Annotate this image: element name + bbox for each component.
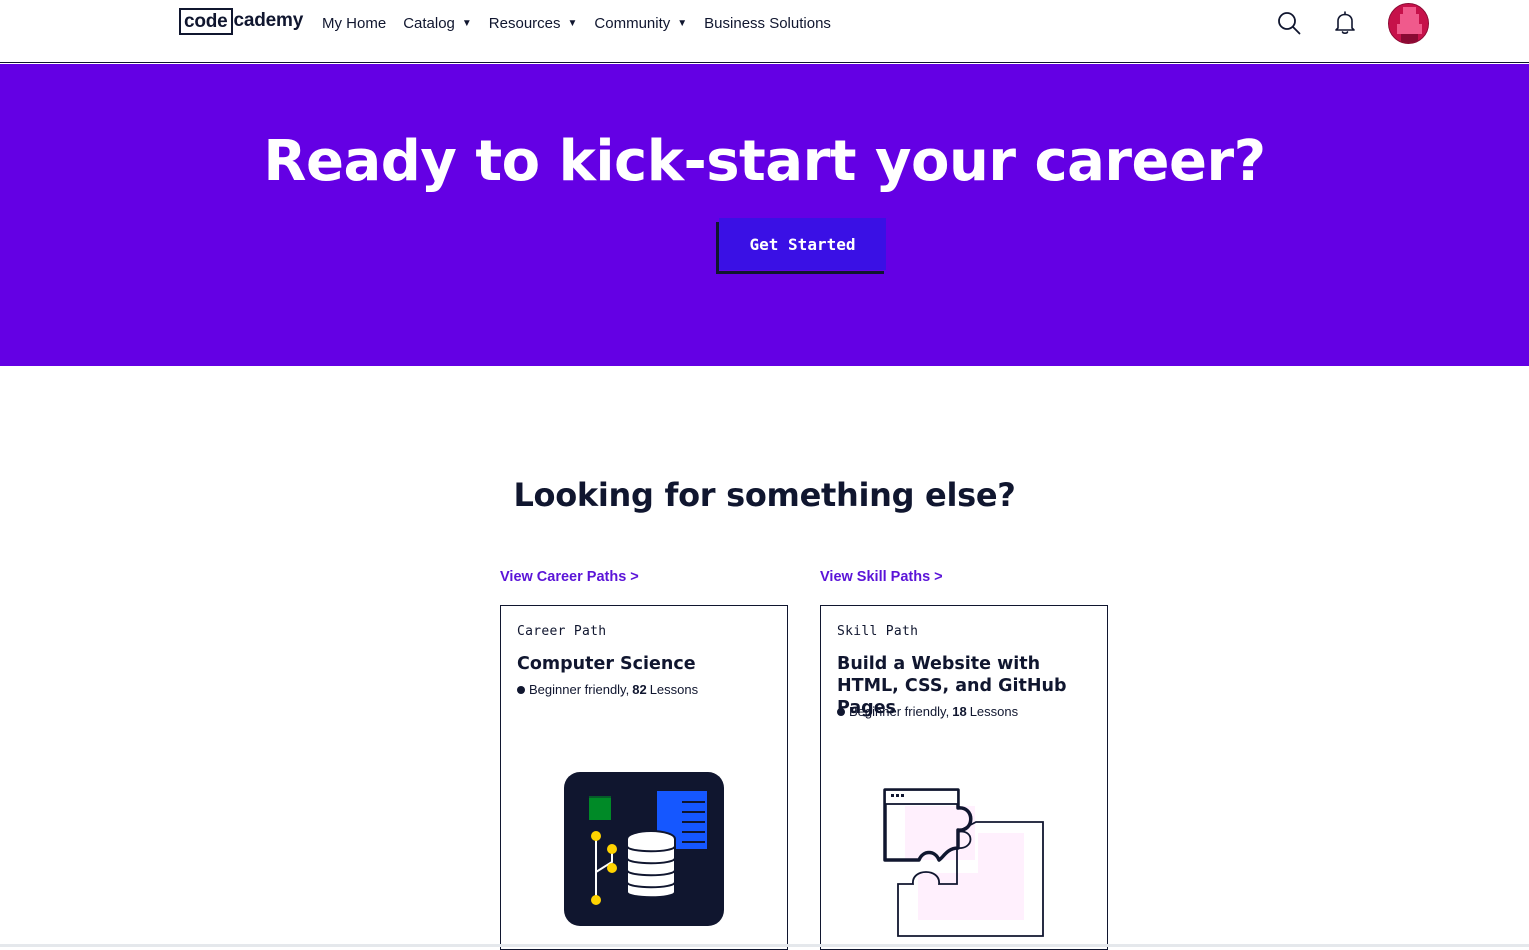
- nav-community[interactable]: Community ▼: [594, 15, 687, 32]
- main-nav: My Home Catalog ▼ Resources ▼ Community …: [322, 12, 848, 34]
- search-icon[interactable]: [1276, 10, 1302, 36]
- database-icon: [564, 772, 724, 931]
- nav-label: Business Solutions: [704, 14, 831, 32]
- caret-down-icon: ▼: [677, 17, 688, 29]
- nav-my-home[interactable]: My Home: [322, 15, 386, 32]
- bell-icon[interactable]: [1332, 10, 1358, 36]
- difficulty-label: Beginner friendly,: [529, 682, 630, 697]
- nav-business-solutions[interactable]: Business Solutions: [704, 15, 831, 32]
- lessons-label: Lessons: [969, 704, 1019, 719]
- get-started-button[interactable]: Get Started: [719, 218, 886, 270]
- nav-catalog[interactable]: Catalog ▼: [403, 15, 472, 32]
- hero-title: Ready to kick-start your career?: [263, 129, 1266, 194]
- skill-path-card[interactable]: Skill Path Build a Website with HTML, CS…: [820, 605, 1108, 950]
- caret-down-icon: ▼: [567, 17, 578, 29]
- puzzle-icon: [883, 788, 1047, 943]
- top-navigation: code cademy My Home Catalog ▼ Resources …: [0, 0, 1529, 63]
- career-path-card[interactable]: Career Path Computer Science Beginner fr…: [500, 605, 788, 950]
- view-career-paths-link[interactable]: View Career Paths >: [500, 566, 788, 588]
- card-type-label: Skill Path: [837, 624, 919, 639]
- lesson-count: 82: [632, 682, 647, 697]
- lesson-count: 18: [952, 704, 967, 719]
- skill-paths-column: View Skill Paths > Skill Path Build a We…: [820, 566, 1108, 950]
- nav-label: Resources: [488, 14, 561, 32]
- header-actions: [1276, 2, 1429, 44]
- codecademy-logo[interactable]: code cademy: [179, 7, 303, 35]
- card-meta: Beginner friendly, 82 Lessons: [517, 682, 698, 697]
- section-title: Looking for something else?: [513, 476, 1016, 514]
- hero-banner: Ready to kick-start your career? Get Sta…: [0, 64, 1529, 366]
- card-title: Computer Science: [517, 654, 696, 674]
- nav-label: My Home: [322, 14, 387, 32]
- card-meta: Beginner friendly, 18 Lessons: [837, 704, 1018, 719]
- lessons-label: Lessons: [649, 682, 699, 697]
- bullet-dot-icon: [517, 685, 525, 694]
- career-paths-column: View Career Paths > Career Path Computer…: [500, 566, 788, 950]
- caret-down-icon: ▼: [461, 17, 472, 29]
- nav-resources[interactable]: Resources ▼: [489, 15, 578, 32]
- view-skill-paths-link[interactable]: View Skill Paths >: [820, 566, 1108, 588]
- logo-cademy-text: cademy: [233, 10, 304, 31]
- nav-label: Catalog: [403, 14, 455, 32]
- avatar[interactable]: [1388, 2, 1429, 44]
- nav-label: Community: [594, 14, 671, 32]
- get-started-wrapper: Get Started: [716, 218, 886, 274]
- difficulty-label: Beginner friendly,: [849, 704, 950, 719]
- bullet-dot-icon: [837, 707, 845, 716]
- logo-code-text: code: [179, 7, 233, 35]
- card-type-label: Career Path: [517, 624, 607, 639]
